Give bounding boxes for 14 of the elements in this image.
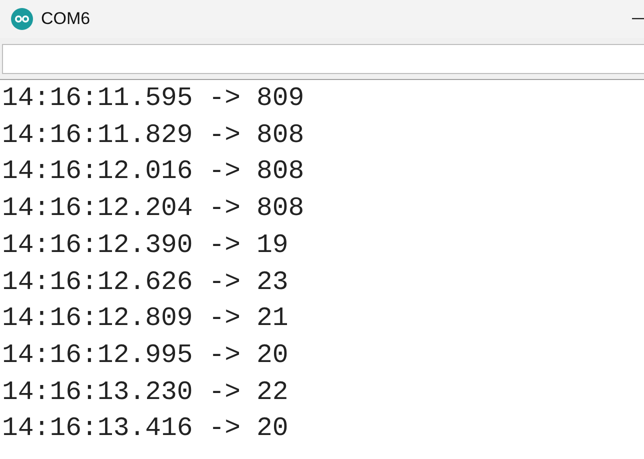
output-line: 14:16:13.230 -> 22 (2, 376, 290, 409)
window-title: COM6 (41, 8, 90, 30)
output-line: 14:16:12.204 -> 808 (2, 192, 306, 226)
input-field[interactable] (2, 44, 644, 74)
minimize-icon[interactable] (632, 18, 644, 20)
output-line: 14:16:13.416 -> 20 (2, 412, 290, 446)
app-logo-icon (11, 8, 33, 30)
output-line: 14:16:12.995 -> 20 (2, 338, 290, 372)
output-line: 14:16:12.809 -> 21 (2, 302, 290, 336)
output-line: 14:16:12.626 -> 23 (2, 266, 290, 299)
output-line: 14:16:12.016 -> 808 (2, 155, 306, 188)
output-line: 14:16:11.595 -> 809 (2, 82, 306, 115)
output-line: 14:16:11.829 -> 808 (2, 118, 306, 152)
output-line: 14:16:12.390 -> 19 (2, 228, 290, 262)
